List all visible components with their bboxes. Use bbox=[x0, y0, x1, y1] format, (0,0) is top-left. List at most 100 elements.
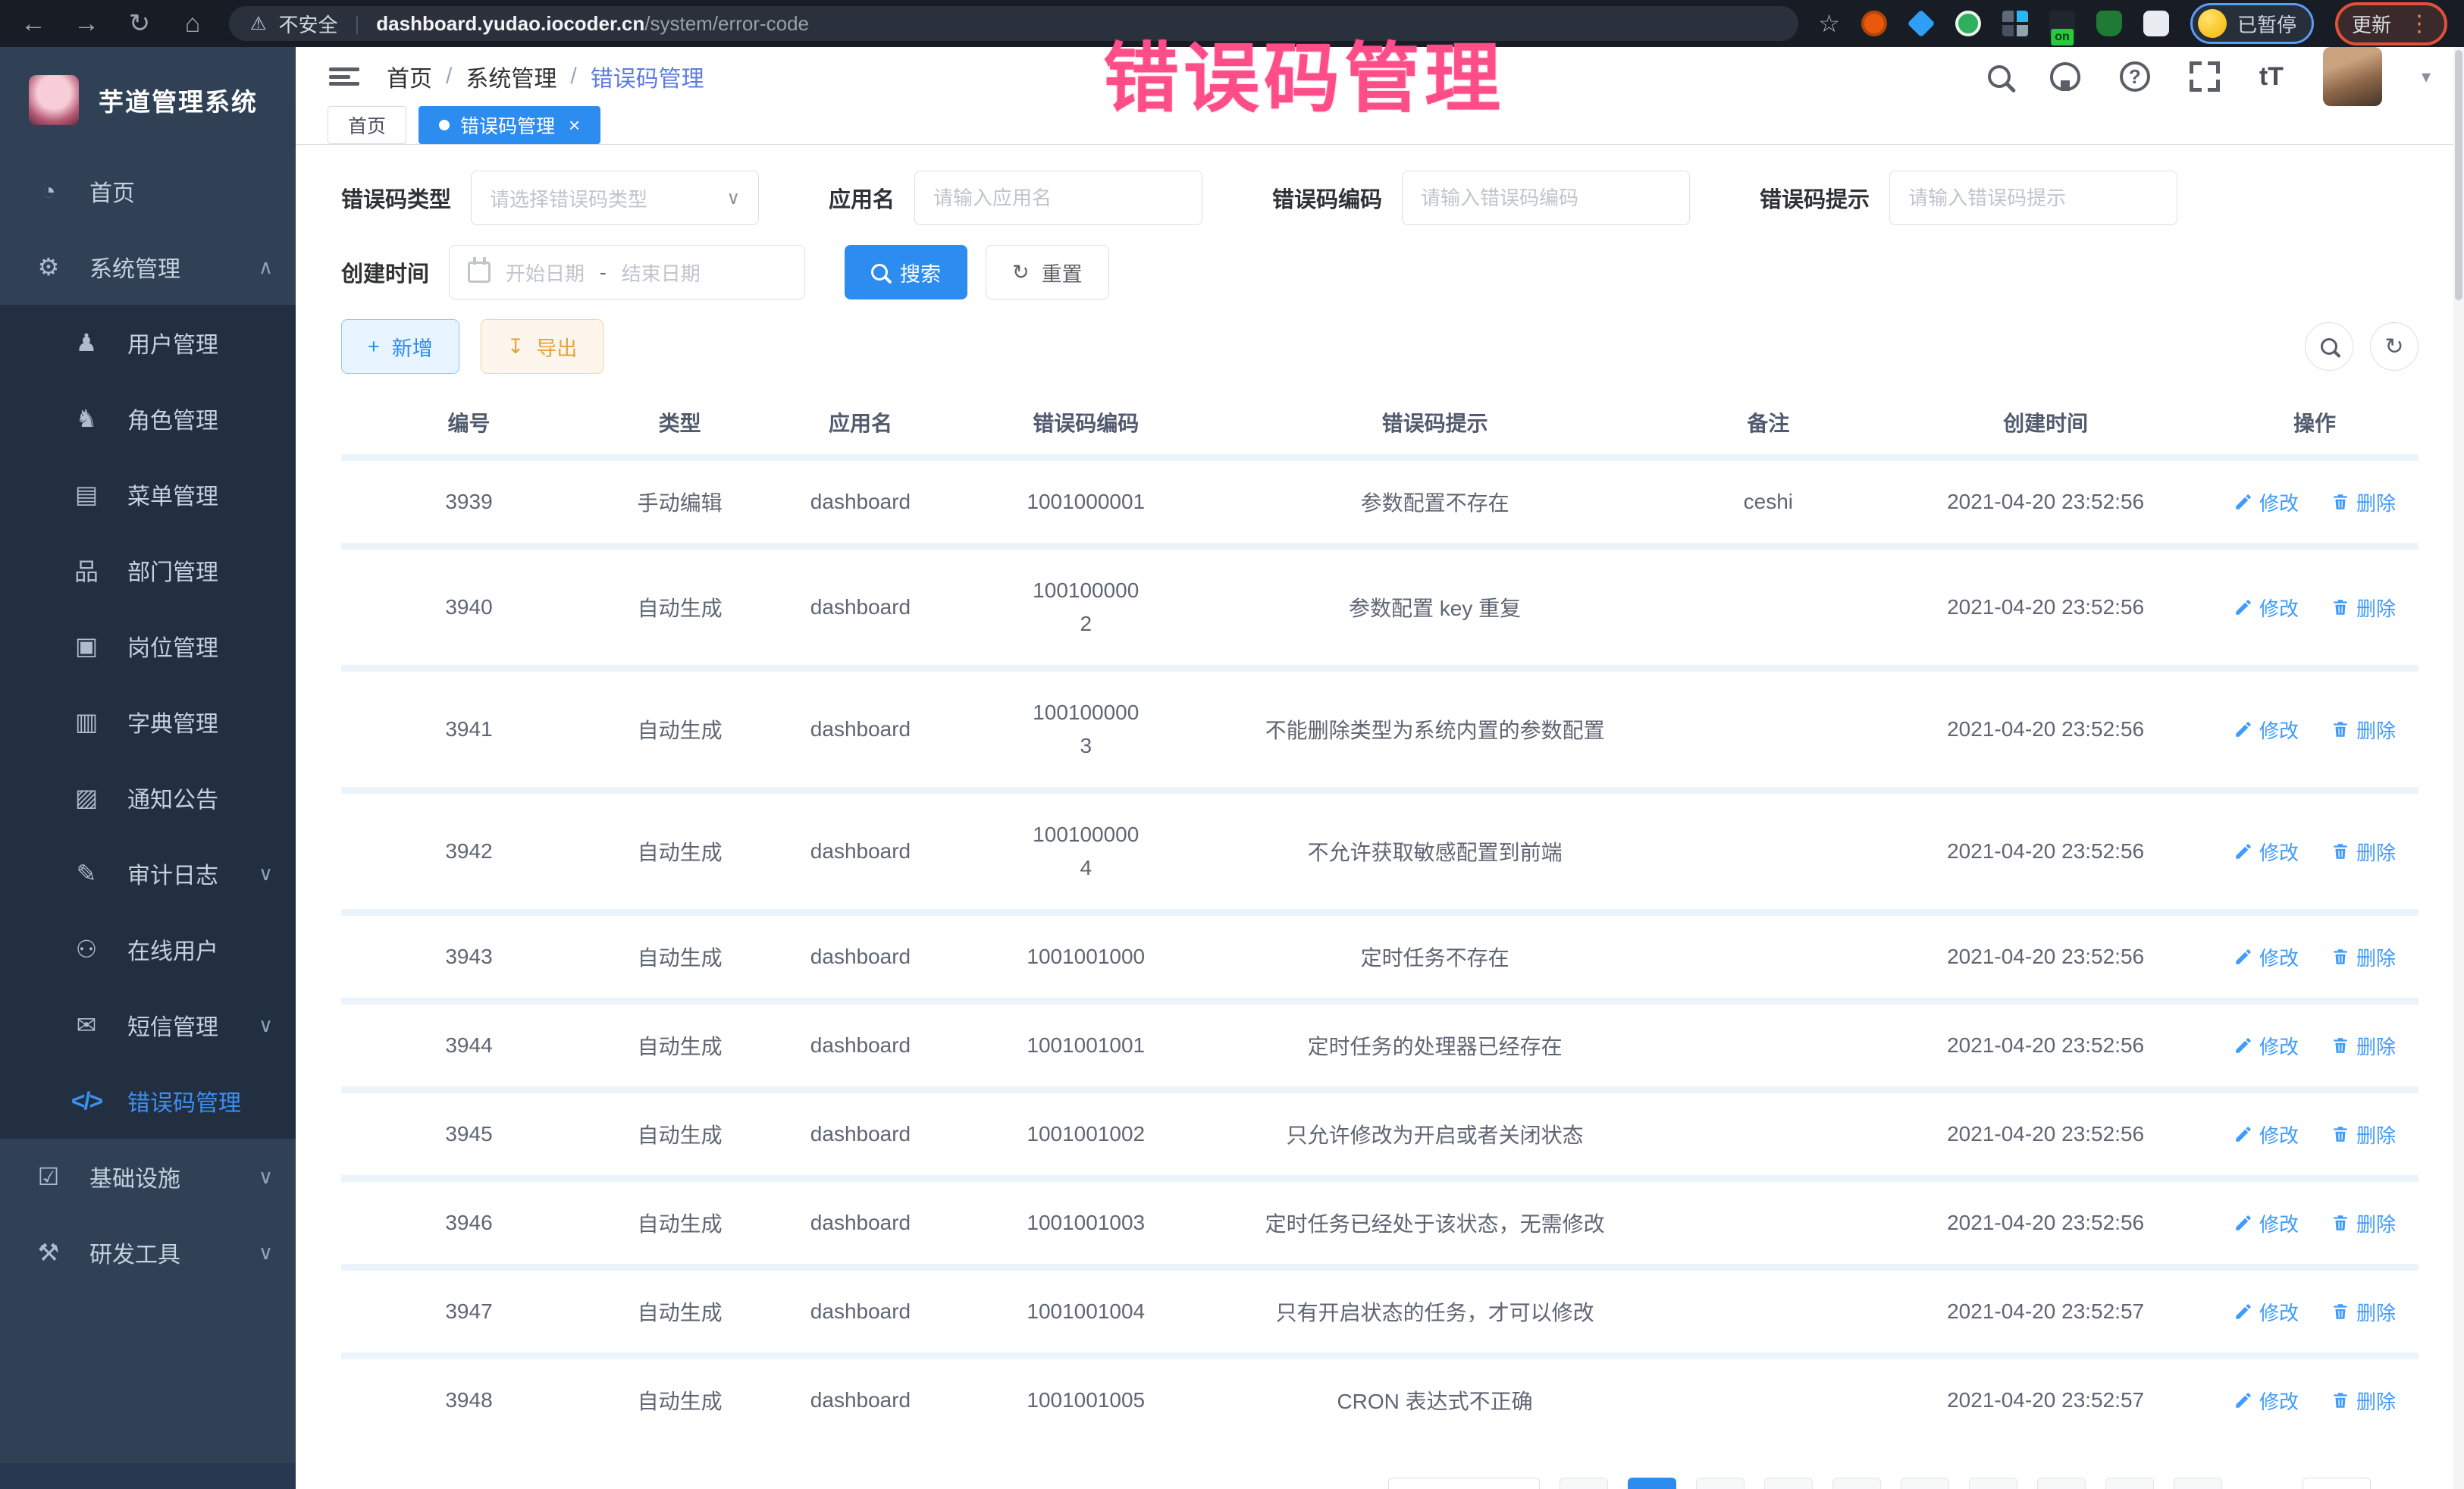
extension-switch-icon[interactable]: on bbox=[2049, 11, 2075, 36]
tag-home[interactable]: 首页 bbox=[328, 106, 406, 144]
user-avatar[interactable] bbox=[2323, 47, 2382, 106]
edit-link[interactable]: 修改 bbox=[2234, 1298, 2299, 1326]
help-icon[interactable]: ? bbox=[2120, 61, 2150, 92]
bookmark-star-icon[interactable]: ☆ bbox=[1818, 9, 1840, 38]
cell-code: 1001001005 bbox=[1027, 1384, 1145, 1417]
cell-id: 3947 bbox=[445, 1299, 492, 1323]
page-button-6[interactable]: 6 bbox=[1969, 1478, 2017, 1489]
url-text: dashboard.yudao.iocoder.cn/system/error-… bbox=[376, 12, 809, 36]
address-bar[interactable]: ⚠ 不安全 | dashboard.yudao.iocoder.cn/syste… bbox=[229, 6, 1798, 41]
next-page-button[interactable]: › bbox=[2174, 1478, 2222, 1489]
search-button[interactable]: 搜索 bbox=[845, 245, 967, 299]
delete-link[interactable]: 删除 bbox=[2331, 488, 2396, 516]
error-hint-input[interactable] bbox=[1908, 187, 2158, 210]
delete-link[interactable]: 删除 bbox=[2331, 1032, 2396, 1060]
reload-icon[interactable]: ↻ bbox=[123, 8, 156, 39]
sidebar-item-dev-tools[interactable]: ⚒ 研发工具 ∨ bbox=[0, 1215, 296, 1290]
extension-orange-icon[interactable] bbox=[1861, 11, 1887, 36]
extension-green-icon[interactable] bbox=[1955, 11, 1981, 36]
delete-link[interactable]: 删除 bbox=[2331, 943, 2396, 971]
delete-link[interactable]: 删除 bbox=[2331, 594, 2396, 622]
edit-link[interactable]: 修改 bbox=[2234, 594, 2299, 622]
browser-update-button[interactable]: 更新 ⋮ bbox=[2335, 2, 2447, 45]
sidebar-item-departments[interactable]: 品 部门管理 bbox=[0, 532, 296, 608]
pencil-icon bbox=[2234, 492, 2253, 512]
edit-link[interactable]: 修改 bbox=[2234, 1032, 2299, 1060]
sidebar-item-sms[interactable]: ✉ 短信管理 ∨ bbox=[0, 987, 296, 1063]
sidebar-item-menus[interactable]: ▤ 菜单管理 bbox=[0, 456, 296, 532]
page-button-5[interactable]: 5 bbox=[1901, 1478, 1949, 1489]
delete-link[interactable]: 删除 bbox=[2331, 838, 2396, 866]
github-icon[interactable] bbox=[2050, 62, 2080, 91]
extension-grid-icon[interactable] bbox=[2002, 11, 2028, 36]
sidebar-item-dict[interactable]: ▥ 字典管理 bbox=[0, 684, 296, 760]
extension-key-icon[interactable] bbox=[2096, 11, 2122, 36]
edit-link[interactable]: 修改 bbox=[2234, 1121, 2299, 1149]
hide-search-button[interactable] bbox=[2305, 322, 2353, 371]
home-icon[interactable]: ⌂ bbox=[176, 9, 209, 39]
security-label[interactable]: 不安全 bbox=[279, 10, 338, 38]
back-icon[interactable]: ← bbox=[17, 9, 50, 39]
window-scrollbar[interactable] bbox=[2453, 47, 2464, 1489]
edit-link[interactable]: 修改 bbox=[2234, 943, 2299, 971]
app-name-input[interactable] bbox=[933, 187, 1183, 210]
fullscreen-icon[interactable] bbox=[2190, 61, 2220, 92]
page-button-1[interactable]: 1 bbox=[1628, 1478, 1676, 1489]
tag-error-code[interactable]: 错误码管理 × bbox=[419, 106, 600, 144]
search-icon[interactable] bbox=[1988, 65, 2011, 88]
sidebar-item-infrastructure[interactable]: ☑ 基础设施 ∨ bbox=[0, 1139, 296, 1215]
sidebar-item-posts[interactable]: ▣ 岗位管理 bbox=[0, 608, 296, 684]
chevron-down-icon: ∨ bbox=[259, 1165, 273, 1189]
sidebar-item-audit-log[interactable]: ✎ 审计日志 ∨ bbox=[0, 835, 296, 911]
avatar-caret-icon[interactable]: ▾ bbox=[2422, 66, 2431, 88]
sidebar-footer bbox=[0, 1463, 296, 1489]
announcement-icon: ▨ bbox=[70, 783, 103, 812]
breadcrumb-system[interactable]: 系统管理 bbox=[466, 60, 556, 93]
refresh-button[interactable]: ↻ bbox=[2370, 322, 2419, 371]
reset-button[interactable]: ↻ 重置 bbox=[986, 245, 1109, 299]
collapse-menu-icon[interactable] bbox=[329, 63, 359, 90]
error-code-input[interactable] bbox=[1421, 187, 1671, 210]
sidebar-item-notice[interactable]: ▨ 通知公告 bbox=[0, 760, 296, 835]
add-button[interactable]: + 新增 bbox=[341, 319, 459, 374]
breadcrumb-home[interactable]: 首页 bbox=[387, 60, 432, 93]
scrollbar-thumb[interactable] bbox=[2455, 50, 2462, 300]
delete-link[interactable]: 删除 bbox=[2331, 716, 2396, 744]
browser-menu-icon[interactable]: ⋮ bbox=[2408, 11, 2431, 37]
chevron-down-icon: ∨ bbox=[726, 187, 740, 209]
page-button-4[interactable]: 4 bbox=[1832, 1478, 1881, 1489]
page-ellipsis[interactable]: ⋯ bbox=[2037, 1478, 2086, 1489]
edit-link[interactable]: 修改 bbox=[2234, 1387, 2299, 1415]
page-size-select[interactable]: 10条/页 ∨ bbox=[1388, 1478, 1540, 1489]
edit-link[interactable]: 修改 bbox=[2234, 1209, 2299, 1237]
sidebar-item-users[interactable]: ♟ 用户管理 bbox=[0, 305, 296, 381]
sidebar-item-system[interactable]: ⚙ 系统管理 ∧ bbox=[0, 229, 296, 305]
sidebar-item-roles[interactable]: ♞ 角色管理 bbox=[0, 381, 296, 456]
date-range-picker[interactable]: 开始日期 - 结束日期 bbox=[449, 245, 805, 299]
delete-link[interactable]: 删除 bbox=[2331, 1387, 2396, 1415]
app-logo bbox=[29, 75, 79, 125]
edit-link[interactable]: 修改 bbox=[2234, 838, 2299, 866]
page-button-3[interactable]: 3 bbox=[1764, 1478, 1813, 1489]
delete-link[interactable]: 删除 bbox=[2331, 1121, 2396, 1149]
profile-paused-badge[interactable]: 已暂停 bbox=[2190, 3, 2314, 44]
delete-link[interactable]: 删除 bbox=[2331, 1298, 2396, 1326]
extensions-puzzle-icon[interactable] bbox=[2143, 11, 2169, 36]
edit-link[interactable]: 修改 bbox=[2234, 488, 2299, 516]
forward-icon[interactable]: → bbox=[70, 9, 103, 39]
page-button-2[interactable]: 2 bbox=[1696, 1478, 1745, 1489]
close-icon[interactable]: × bbox=[569, 114, 580, 137]
goto-page-input[interactable] bbox=[2303, 1478, 2371, 1489]
export-button[interactable]: ↧ 导出 bbox=[481, 319, 604, 374]
edit-link[interactable]: 修改 bbox=[2234, 716, 2299, 744]
app-logo-row[interactable]: 芋道管理系统 bbox=[0, 47, 296, 153]
delete-link[interactable]: 删除 bbox=[2331, 1209, 2396, 1237]
sidebar-item-home[interactable]: ◔ 首页 bbox=[0, 153, 296, 229]
page-button-8[interactable]: 8 bbox=[2105, 1478, 2154, 1489]
font-size-icon[interactable]: tT bbox=[2259, 62, 2284, 92]
error-type-select[interactable]: 请选择错误码类型 ∨ bbox=[471, 171, 759, 225]
sidebar-item-error-code[interactable]: </> 错误码管理 bbox=[0, 1063, 296, 1139]
prev-page-button[interactable]: ‹ bbox=[1560, 1478, 1608, 1489]
sidebar-item-online-users[interactable]: ⚇ 在线用户 bbox=[0, 911, 296, 987]
extension-gem-icon[interactable] bbox=[1908, 11, 1934, 36]
